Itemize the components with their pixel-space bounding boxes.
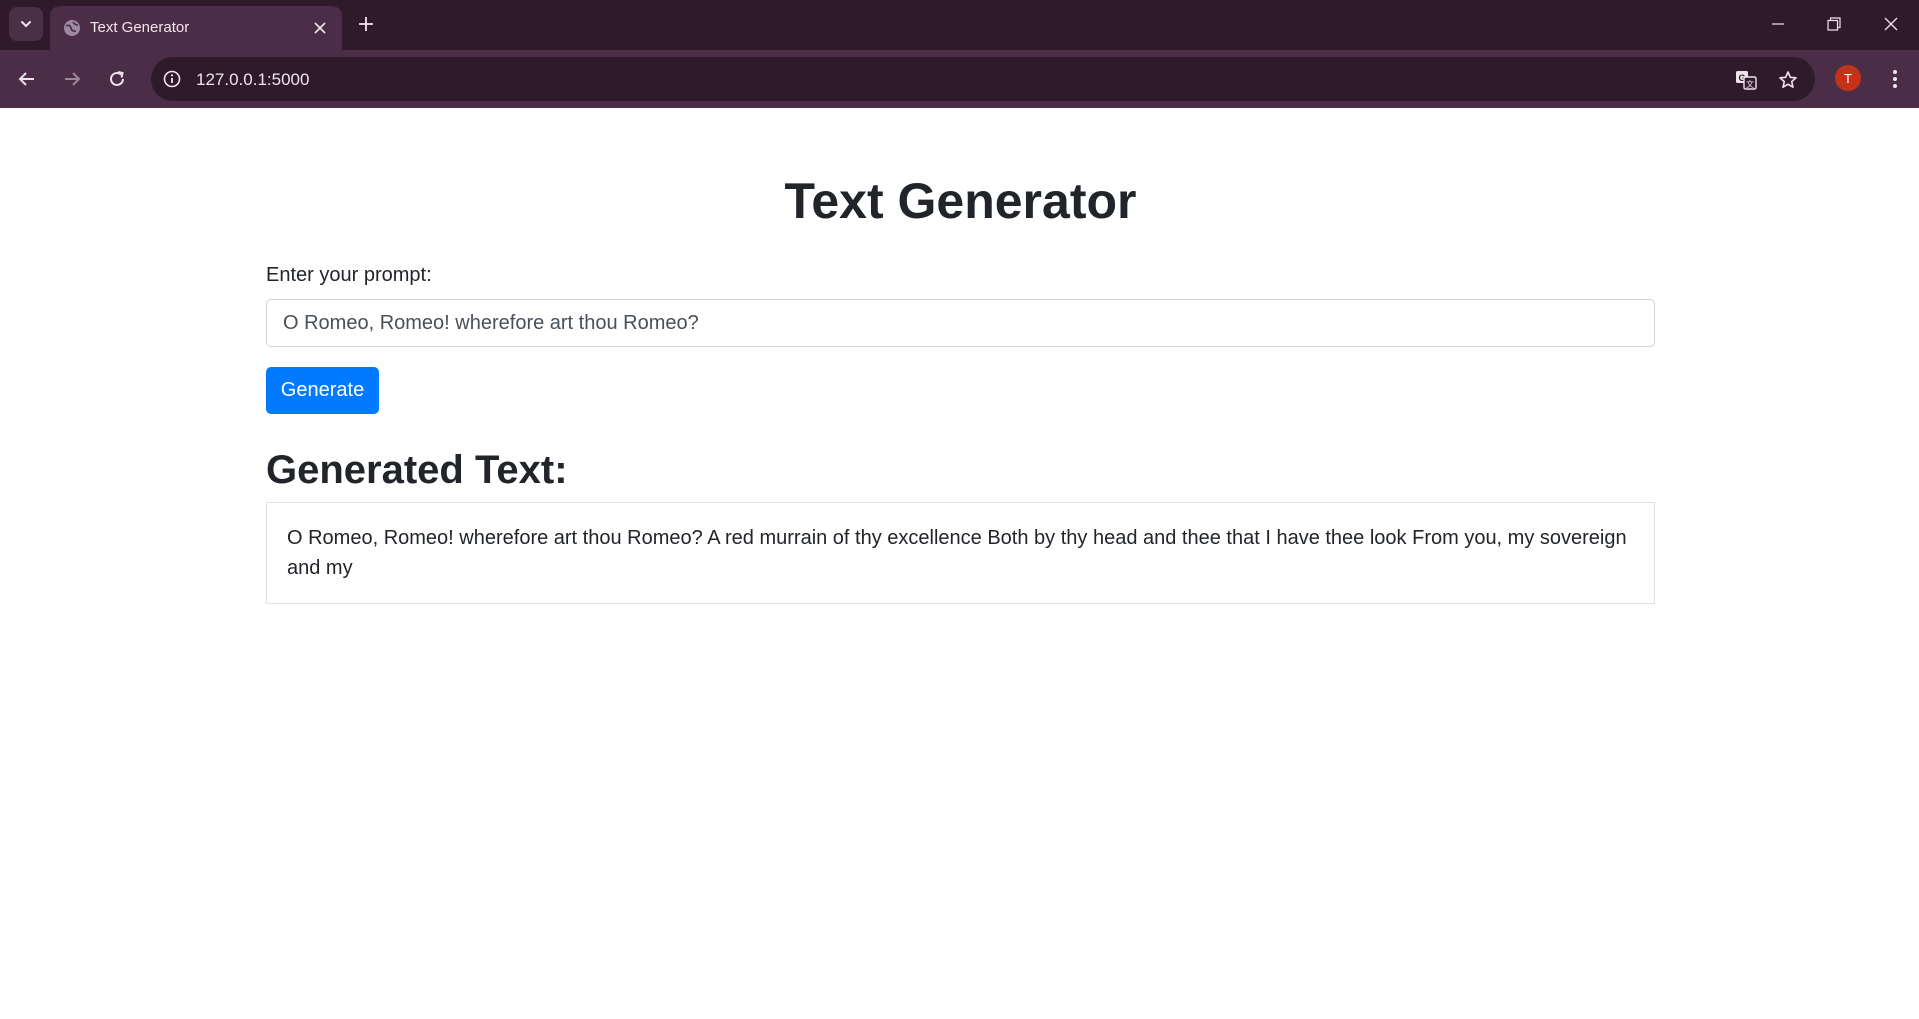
tab-title: Text Generator	[90, 19, 190, 36]
kebab-menu-icon	[1893, 70, 1897, 88]
restore-icon	[1827, 17, 1841, 31]
svg-text:文: 文	[1746, 79, 1754, 89]
arrow-left-icon	[18, 72, 34, 86]
forward-button[interactable]	[55, 62, 89, 96]
back-button[interactable]	[10, 62, 44, 96]
globe-icon	[64, 20, 80, 36]
star-icon	[1779, 71, 1797, 88]
browser-toolbar: 127.0.0.1:5000 G 文 T	[0, 50, 1919, 108]
reload-icon	[110, 71, 124, 86]
page-content: Text Generator Enter your prompt: Genera…	[0, 108, 1919, 1019]
chevron-down-icon	[21, 21, 31, 28]
page-title: Text Generator	[784, 173, 1137, 229]
prompt-label: Enter your prompt:	[266, 264, 432, 286]
tab-strip: Text Generator	[0, 0, 1919, 50]
reload-button[interactable]	[100, 62, 134, 96]
translate-button[interactable]: G 文	[1733, 67, 1759, 93]
info-icon	[163, 70, 181, 88]
translate-icon: G 文	[1736, 71, 1757, 90]
tab-search-button[interactable]	[9, 7, 43, 41]
tab-close-button[interactable]	[308, 16, 332, 40]
new-tab-button[interactable]	[352, 10, 380, 38]
bookmark-button[interactable]	[1775, 67, 1801, 93]
restore-button[interactable]	[1814, 8, 1854, 40]
browser-menu-button[interactable]	[1880, 62, 1910, 96]
prompt-input[interactable]	[266, 299, 1655, 347]
result-heading: Generated Text:	[266, 448, 568, 492]
profile-avatar[interactable]: T	[1835, 65, 1861, 91]
minimize-button[interactable]	[1758, 8, 1798, 40]
generated-text-box: O Romeo, Romeo! wherefore art thou Romeo…	[266, 502, 1655, 604]
close-icon	[314, 22, 326, 34]
url-text[interactable]: 127.0.0.1:5000	[196, 70, 309, 90]
generated-text: O Romeo, Romeo! wherefore art thou Romeo…	[287, 527, 1627, 579]
close-window-button[interactable]	[1871, 8, 1911, 40]
close-icon	[1884, 17, 1898, 31]
arrow-right-icon	[65, 72, 81, 86]
minimize-icon	[1772, 23, 1784, 25]
generate-button[interactable]: Generate	[266, 367, 379, 414]
plus-icon	[359, 17, 373, 31]
address-bar[interactable]: 127.0.0.1:5000 G 文	[151, 57, 1815, 101]
site-info-button[interactable]	[159, 66, 185, 92]
active-tab[interactable]: Text Generator	[50, 6, 342, 50]
